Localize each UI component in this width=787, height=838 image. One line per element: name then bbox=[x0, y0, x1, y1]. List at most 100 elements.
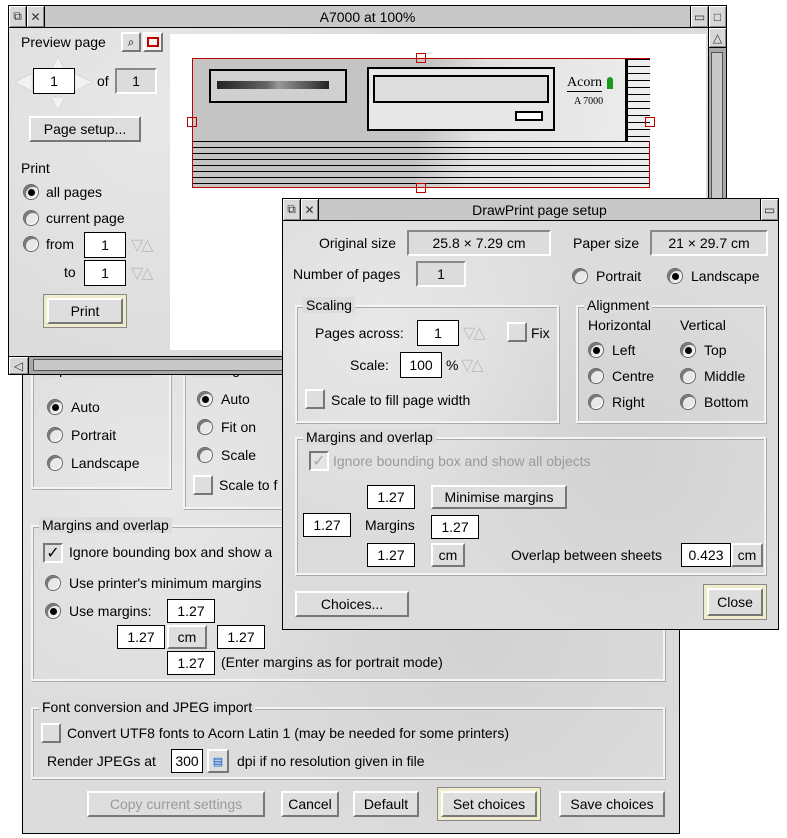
selection-handle-bottom[interactable] bbox=[416, 183, 426, 193]
toggle-size-icon[interactable]: □ bbox=[708, 6, 726, 27]
preview-titlebar[interactable]: ⧉ ✕ A7000 at 100% ▭ □ bbox=[9, 6, 726, 28]
align-bottom-radio[interactable] bbox=[680, 394, 696, 410]
close-icon[interactable]: ✕ bbox=[27, 6, 45, 27]
margin-bottom-field[interactable]: 1.27 bbox=[167, 651, 215, 675]
landscape-radio[interactable] bbox=[667, 268, 683, 284]
drawprint-margin-top-field[interactable]: 1.27 bbox=[367, 485, 415, 509]
align-bottom-label: Bottom bbox=[704, 394, 749, 410]
use-margins-radio[interactable] bbox=[45, 603, 61, 619]
selection-handle-left[interactable] bbox=[187, 117, 197, 127]
num-pages-display: 1 bbox=[416, 261, 466, 287]
vents bbox=[193, 141, 649, 185]
minimise-margins-button[interactable]: Minimise margins bbox=[431, 485, 567, 509]
dpi-menu-button[interactable]: ▤ bbox=[207, 749, 229, 773]
page-next-arrow-icon[interactable]: ▶ bbox=[75, 68, 92, 94]
page-of-label: of bbox=[97, 73, 109, 89]
drawprint-margin-unit-button[interactable]: cm bbox=[431, 543, 465, 567]
align-centre-radio[interactable] bbox=[588, 368, 604, 384]
drawprint-window-title: DrawPrint page setup bbox=[472, 201, 607, 218]
drawprint-margin-bottom-field[interactable]: 1.27 bbox=[367, 543, 415, 567]
close-button[interactable]: Close bbox=[704, 585, 766, 619]
drawprint-margin-left-field[interactable]: 1.27 bbox=[303, 513, 351, 537]
page-total-display: 1 bbox=[115, 68, 157, 94]
print-button[interactable]: Print bbox=[44, 295, 126, 327]
print-to-stepper[interactable]: ▽△ bbox=[131, 263, 154, 283]
print-to-field[interactable]: 1 bbox=[84, 260, 126, 286]
iconise-icon[interactable]: ▭ bbox=[760, 199, 778, 220]
scaling-fit-on-radio[interactable] bbox=[197, 419, 213, 435]
back-icon[interactable]: ⧉ bbox=[283, 199, 301, 220]
drawprint-ignore-bbox-label: Ignore bounding box and show all objects bbox=[333, 453, 591, 469]
print-current-page-radio[interactable] bbox=[23, 210, 39, 226]
align-middle-radio[interactable] bbox=[680, 368, 696, 384]
fix-checkbox[interactable] bbox=[507, 322, 527, 342]
original-size-display: 25.8 × 7.29 cm bbox=[407, 230, 551, 256]
choices-margins-label: Margins and overlap bbox=[39, 517, 172, 533]
selection-handle-right[interactable] bbox=[645, 117, 655, 127]
paper-orientation-group: Paper orientation Auto Portrait Landscap… bbox=[31, 361, 171, 489]
fix-label: Fix bbox=[531, 325, 550, 341]
scale-field[interactable]: 100 bbox=[400, 352, 442, 378]
scaling-auto-label: Auto bbox=[221, 391, 250, 407]
back-icon[interactable]: ⧉ bbox=[9, 6, 27, 27]
use-printer-min-label: Use printer's minimum margins bbox=[69, 575, 262, 591]
align-top-radio[interactable] bbox=[680, 342, 696, 358]
portrait-radio[interactable] bbox=[572, 268, 588, 284]
choices-button[interactable]: Choices... bbox=[295, 591, 409, 617]
convert-utf8-checkbox[interactable] bbox=[41, 723, 61, 743]
margin-top-field[interactable]: 1.27 bbox=[167, 599, 215, 623]
overlap-field[interactable]: 0.423 bbox=[681, 543, 731, 567]
acorn-logo-icon bbox=[607, 77, 613, 89]
margin-left-field[interactable]: 1.27 bbox=[117, 625, 165, 649]
scaling-scale-radio[interactable] bbox=[197, 447, 213, 463]
page-down-arrow-icon[interactable]: ▼ bbox=[47, 90, 69, 116]
orientation-landscape-radio[interactable] bbox=[47, 455, 63, 471]
print-from-stepper[interactable]: ▽△ bbox=[131, 235, 154, 255]
margin-right-field[interactable]: 1.27 bbox=[217, 625, 265, 649]
drawprint-ignore-bbox-checkbox[interactable]: ✓ bbox=[309, 451, 329, 471]
pages-across-field[interactable]: 1 bbox=[417, 320, 459, 346]
scroll-left-arrow-icon[interactable]: ◁ bbox=[9, 357, 29, 374]
print-current-page-label: current page bbox=[46, 210, 125, 226]
default-button[interactable]: Default bbox=[353, 791, 419, 817]
align-left-radio[interactable] bbox=[588, 342, 604, 358]
save-choices-button[interactable]: Save choices bbox=[559, 791, 665, 817]
zoom-tool-button[interactable]: ⌕ bbox=[121, 32, 141, 52]
scale-to-fill-checkbox[interactable] bbox=[193, 475, 213, 495]
orientation-auto-radio[interactable] bbox=[47, 399, 63, 415]
scale-stepper[interactable]: ▽△ bbox=[461, 355, 484, 375]
page-prev-arrow-icon[interactable]: ◀ bbox=[15, 68, 32, 94]
iconise-icon[interactable]: ▭ bbox=[690, 6, 708, 27]
overlap-unit-button[interactable]: cm bbox=[731, 543, 763, 567]
print-from-field[interactable]: 1 bbox=[84, 232, 126, 258]
orientation-auto-label: Auto bbox=[71, 399, 100, 415]
print-all-pages-radio[interactable] bbox=[23, 184, 39, 200]
close-icon[interactable]: ✕ bbox=[301, 199, 319, 220]
align-right-radio[interactable] bbox=[588, 394, 604, 410]
selection-handle-top[interactable] bbox=[416, 53, 426, 63]
ignore-bbox-checkbox[interactable]: ✓ bbox=[43, 543, 63, 563]
original-size-label: Original size bbox=[319, 235, 397, 251]
a7000-drawing[interactable]: Acorn A 7000 bbox=[187, 53, 655, 193]
align-centre-label: Centre bbox=[612, 368, 655, 384]
orientation-portrait-radio[interactable] bbox=[47, 427, 63, 443]
print-from-radio[interactable] bbox=[23, 236, 39, 252]
cancel-button[interactable]: Cancel bbox=[281, 791, 339, 817]
set-choices-button[interactable]: Set choices bbox=[438, 788, 540, 820]
scaling-scale-label: Scale bbox=[221, 447, 257, 463]
scaling-auto-radio[interactable] bbox=[197, 391, 213, 407]
horizontal-label: Horizontal bbox=[588, 317, 652, 333]
use-printer-min-radio[interactable] bbox=[45, 575, 61, 591]
margin-unit-button[interactable]: cm bbox=[167, 625, 207, 649]
bbox-tool-button[interactable] bbox=[143, 32, 163, 52]
pages-across-stepper[interactable]: ▽△ bbox=[463, 323, 486, 343]
page-setup-button[interactable]: Page setup... bbox=[29, 116, 141, 142]
drawprint-titlebar[interactable]: ⧉ ✕ DrawPrint page setup ▭ bbox=[283, 199, 778, 221]
dpi-field[interactable]: 300 bbox=[171, 749, 203, 773]
fill-width-checkbox[interactable] bbox=[305, 389, 325, 409]
align-left-label: Left bbox=[612, 342, 636, 358]
drawprint-margin-right-field[interactable]: 1.27 bbox=[431, 515, 479, 539]
scroll-up-arrow-icon[interactable]: △ bbox=[709, 28, 726, 48]
print-all-pages-label: all pages bbox=[46, 184, 103, 200]
copy-current-settings-button[interactable]: Copy current settings bbox=[87, 791, 265, 817]
